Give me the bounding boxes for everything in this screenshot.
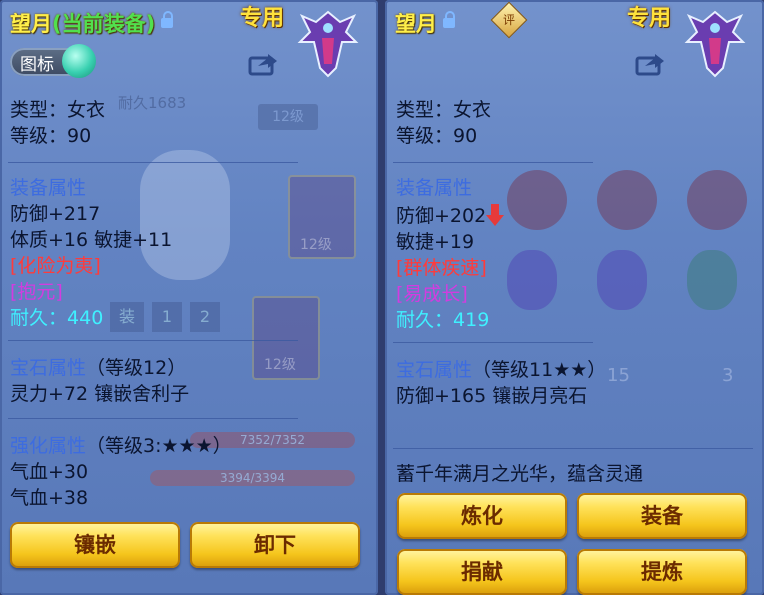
gem-stat: 防御+165 镶嵌月亮石 (396, 385, 588, 407)
item-description: 蓄千年满月之光华，蕴含灵通 (396, 463, 644, 485)
gem-level: （等级11★★） (472, 359, 607, 381)
gem-attr-row: 宝石属性（等级12） (10, 355, 186, 381)
stat-line: 防御+202 (396, 203, 505, 229)
enhance-stat: 气血+30 (10, 461, 89, 483)
bg-count: 15 (607, 365, 630, 386)
divider (393, 342, 593, 343)
current-equipment-panel: 耐久1683 12级 12级 12级 装 1 2 7352/7352 3394/… (0, 0, 378, 595)
bg-level-tag: 12级 (264, 357, 296, 373)
durability: 耐久：440 (10, 307, 104, 329)
bg-durability-text: 耐久1683 (118, 94, 187, 112)
special-skill: [化险为夷] (10, 255, 101, 277)
special-effect: [抱元] (10, 281, 63, 303)
bg-level-tag: 12级 (300, 237, 332, 253)
bg-count: 3 (722, 365, 734, 386)
divider (8, 162, 298, 163)
item-type: 类型：女衣 (10, 99, 106, 121)
bg-inventory-grid: 15 3 (497, 160, 757, 386)
inlay-button[interactable]: 镶嵌 (10, 522, 180, 568)
compare-equipment-panel: 15 3 望月 评 专用 类型：女衣 等级：90 装备属性 防御+202 敏捷+… (385, 0, 764, 595)
decrease-arrow-icon (486, 204, 505, 226)
stat-line: 敏捷+19 (396, 231, 475, 253)
bg-tab: 2 (190, 302, 220, 332)
exclusive-label: 专用 (240, 6, 285, 31)
share-icon[interactable] (635, 52, 665, 76)
exclusive-label: 专用 (627, 6, 672, 31)
refine-button[interactable]: 炼化 (397, 493, 567, 539)
special-skill: [群体疾速] (396, 257, 487, 279)
bg-hp-bar: 3394/3394 (150, 470, 355, 486)
evaluate-badge[interactable]: 评 (490, 1, 528, 39)
gem-attr-header: 宝石属性 (396, 359, 473, 381)
enhance-level: （等级3:★★★） (86, 435, 232, 457)
item-level: 等级：90 (396, 125, 478, 147)
item-title: 望月 (395, 8, 455, 38)
enhance-attr-header: 强化属性 (10, 435, 87, 457)
lock-icon (161, 11, 174, 28)
enhance-attr-row: 强化属性（等级3:★★★） (10, 433, 232, 459)
item-name: 望月 (395, 12, 437, 36)
lock-icon (443, 11, 455, 28)
evaluate-label: 评 (502, 13, 515, 27)
unequip-button[interactable]: 卸下 (190, 522, 360, 568)
current-equipment-label: (当前装备) (52, 12, 156, 36)
durability: 耐久：419 (396, 309, 490, 331)
divider (393, 162, 593, 163)
divider (8, 418, 298, 419)
enhance-stat: 气血+38 (10, 487, 89, 509)
bg-tab: 装 (110, 302, 144, 332)
faction-emblem-icon (297, 10, 359, 78)
equip-attr-header: 装备属性 (396, 177, 473, 199)
divider (393, 448, 753, 449)
item-name: 望月 (10, 12, 52, 36)
equip-attr-header: 装备属性 (10, 177, 87, 199)
faction-emblem-icon (684, 10, 746, 78)
bg-character (140, 150, 230, 280)
item-level: 等级：90 (10, 125, 92, 147)
bg-tab: 1 (152, 302, 182, 332)
share-icon[interactable] (248, 52, 278, 76)
stat-line: 体质+16 敏捷+11 (10, 229, 173, 251)
donate-button[interactable]: 捐献 (397, 549, 567, 595)
equip-button[interactable]: 装备 (577, 493, 747, 539)
icon-toggle[interactable]: 图标 (10, 44, 96, 78)
gem-stat: 灵力+72 镶嵌舍利子 (10, 383, 190, 405)
gem-attr-header: 宝石属性 (10, 357, 87, 379)
item-title: 望月(当前装备) (10, 8, 174, 38)
special-effect: [易成长] (396, 283, 468, 305)
divider (8, 340, 298, 341)
item-type: 类型：女衣 (396, 99, 492, 121)
gem-level: （等级12） (86, 357, 187, 379)
toggle-knob (62, 44, 96, 78)
icon-toggle-label: 图标 (20, 55, 54, 75)
extract-button[interactable]: 提炼 (577, 549, 747, 595)
stat-line: 防御+217 (10, 203, 101, 225)
bg-level-tag: 12级 (258, 104, 318, 130)
gem-attr-row: 宝石属性（等级11★★） (396, 357, 606, 383)
